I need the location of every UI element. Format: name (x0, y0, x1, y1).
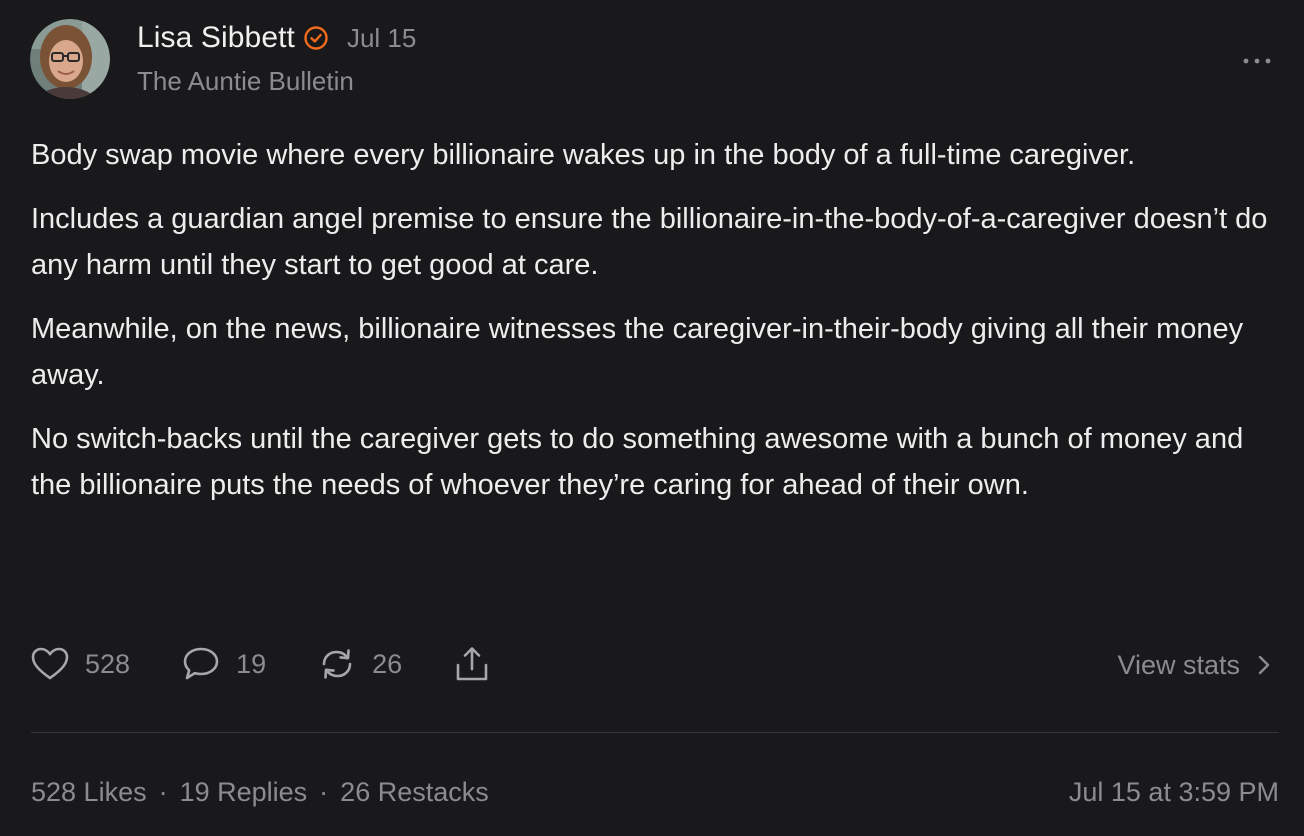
body-paragraph: No switch-backs until the caregiver gets… (31, 423, 1244, 501)
like-count: 528 (85, 648, 131, 679)
more-icon (1243, 58, 1271, 64)
more-button[interactable] (1240, 50, 1274, 72)
reply-button[interactable]: 19 (182, 646, 266, 682)
body-paragraph: Body swap movie where every billionaire … (31, 139, 1136, 171)
view-stats-link[interactable]: View stats (1117, 645, 1270, 685)
publication-name[interactable]: The Auntie Bulletin (137, 66, 354, 97)
chevron-right-icon (1258, 655, 1270, 675)
reply-count: 19 (236, 648, 267, 679)
share-button[interactable] (454, 645, 490, 683)
avatar[interactable] (30, 19, 110, 99)
body-paragraph: Meanwhile, on the news, billionaire witn… (31, 313, 1244, 391)
footer-replies[interactable]: 19 Replies (180, 777, 308, 808)
share-icon (456, 647, 488, 681)
divider (31, 732, 1279, 733)
body-paragraph: Includes a guardian angel premise to ens… (31, 203, 1268, 281)
author-row: Lisa Sibbett Jul 15 (137, 18, 416, 58)
separator: · (158, 776, 168, 807)
post-timestamp: Jul 15 at 3:59 PM (1068, 776, 1279, 807)
action-bar: 528 19 26 (31, 640, 490, 688)
footer-restacks[interactable]: 26 Restacks (340, 777, 489, 808)
post-date[interactable]: Jul 15 (347, 23, 416, 54)
post-footer: 528 Likes · 19 Replies · 26 Restacks Jul… (31, 772, 1279, 812)
author-name[interactable]: Lisa Sibbett (137, 21, 295, 55)
restack-icon (322, 649, 352, 679)
comment-icon (183, 647, 219, 680)
restack-button[interactable]: 26 (318, 647, 402, 681)
post-card: Lisa Sibbett Jul 15 The Auntie Bulletin … (0, 0, 1304, 836)
like-button[interactable]: 528 (31, 647, 130, 681)
heart-icon (31, 647, 69, 680)
view-stats-label: View stats (1117, 649, 1240, 680)
post-body: Body swap movie where every billionaire … (31, 132, 1279, 526)
restack-count: 26 (372, 648, 403, 679)
separator: · (319, 776, 329, 807)
footer-likes[interactable]: 528 Likes (31, 777, 147, 808)
verified-badge-icon (303, 25, 329, 51)
